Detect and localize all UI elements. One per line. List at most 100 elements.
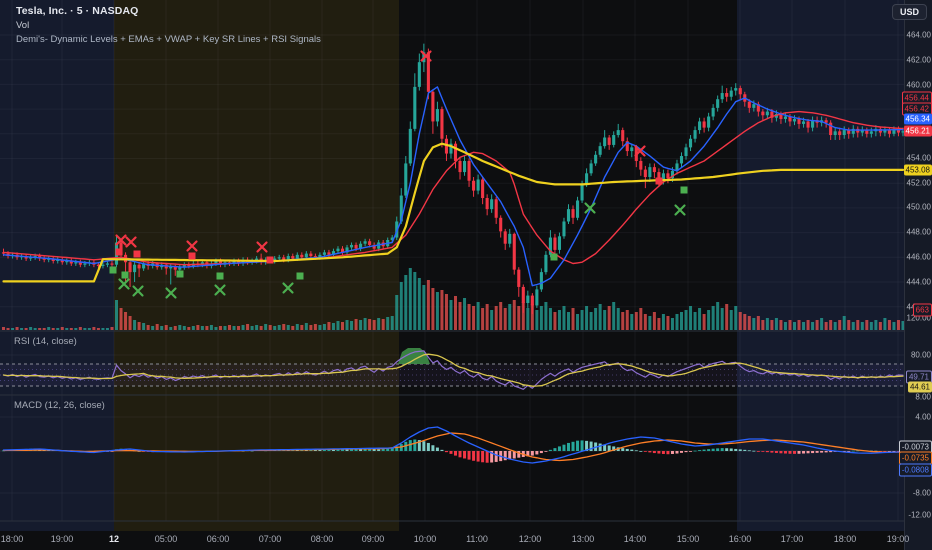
- volume-bar: [444, 294, 448, 330]
- volume-bar: [883, 318, 887, 330]
- time-tick-label: 17:00: [780, 534, 804, 544]
- candle-body: [462, 160, 467, 173]
- macd-histogram-bar: [485, 451, 489, 463]
- volume-bar: [372, 320, 376, 330]
- volume-bar: [630, 314, 634, 330]
- macd-histogram-bar: [598, 443, 602, 451]
- volume-bar: [101, 328, 105, 330]
- buy-square-marker: [680, 186, 688, 194]
- macd-histogram-bar: [625, 448, 629, 451]
- volume-bar: [621, 312, 625, 330]
- macd-histogram-bar: [820, 451, 824, 453]
- time-tick-label: 07:00: [258, 534, 282, 544]
- volume-bar: [20, 328, 24, 330]
- macd-histogram-bar: [630, 449, 634, 451]
- macd-histogram-bar: [377, 449, 381, 451]
- volume-bar: [178, 325, 182, 330]
- volume-bar: [377, 318, 381, 330]
- volume-bar: [652, 312, 656, 330]
- trading-chart-window: Tesla, Inc. · 5 · NASDAQ Vol Demi's- Dyn…: [0, 0, 932, 550]
- volume-bar: [169, 327, 173, 330]
- candle-body: [431, 91, 435, 122]
- macd-histogram-bar: [648, 451, 652, 453]
- volume-bar: [820, 318, 824, 330]
- macd-histogram-bar: [779, 451, 783, 454]
- macd-histogram-bar: [535, 451, 539, 455]
- macd-histogram-bar: [476, 451, 480, 462]
- candle-body: [105, 263, 110, 265]
- candle-body: [128, 262, 132, 273]
- candle-body: [499, 217, 503, 232]
- candle-body: [887, 130, 891, 134]
- rsi-pane-label[interactable]: RSI (14, close): [14, 336, 77, 347]
- candle-body: [553, 237, 557, 250]
- volume-bar: [698, 308, 702, 330]
- macd-histogram-bar: [806, 451, 810, 454]
- candle-body: [277, 257, 281, 259]
- volume-bar: [191, 326, 195, 330]
- candle-body: [716, 99, 720, 108]
- sell-square-marker: [655, 177, 663, 185]
- volume-bar: [567, 312, 570, 330]
- time-tick-label: 12:00: [518, 534, 542, 544]
- macd-histogram-bar: [607, 445, 611, 451]
- volume-bar: [87, 328, 91, 330]
- volume-bar: [142, 323, 146, 330]
- macd-histogram-bar: [738, 449, 742, 451]
- macd-pane-label[interactable]: MACD (12, 26, close): [14, 400, 105, 411]
- buy-square-marker: [121, 271, 129, 279]
- candle-body: [557, 236, 562, 250]
- candle-body: [544, 254, 548, 273]
- macd-histogram-bar: [698, 450, 702, 451]
- symbol-title[interactable]: Tesla, Inc. · 5 · NASDAQ: [16, 5, 321, 17]
- volume-bar: [503, 308, 507, 330]
- volume-bar: [490, 310, 494, 330]
- volume-bar: [716, 302, 720, 330]
- volume-bar: [838, 320, 842, 330]
- time-axis[interactable]: 18:00 19:00 12 05:00 06:00 07:00 08:00 09:00 10:…: [0, 531, 912, 550]
- candle-body: [467, 160, 471, 181]
- candle-body: [530, 295, 534, 306]
- sell-square-marker: [188, 252, 196, 260]
- price-tick-label: 464.00: [906, 30, 931, 40]
- volume-bar: [494, 306, 498, 330]
- candle-body: [566, 209, 571, 222]
- chart-canvas[interactable]: [0, 0, 932, 550]
- currency-button[interactable]: USD: [891, 4, 927, 20]
- volume-bar: [449, 300, 453, 330]
- time-tick-label: 18:00: [0, 534, 24, 544]
- volume-bar: [282, 324, 286, 330]
- volume-bar: [472, 306, 476, 330]
- candle-body: [693, 130, 697, 139]
- candle-body: [535, 289, 539, 306]
- price-axis[interactable]: 464.00 462.00 460.00 454.00 452.00 450.00 448.…: [898, 0, 932, 550]
- macd-histogram-bar: [576, 440, 580, 451]
- price-tick-label: -8.00: [912, 488, 931, 498]
- candle-body: [485, 198, 489, 210]
- macd-histogram-bar: [707, 449, 711, 451]
- candle-body: [336, 248, 340, 252]
- volume-indicator-label[interactable]: Vol: [16, 20, 321, 31]
- volume-bar: [829, 320, 833, 330]
- strategy-indicator-label[interactable]: Demi's- Dynamic Levels + EMAs + VWAP + K…: [16, 34, 321, 45]
- volume-bar: [286, 325, 290, 330]
- macd-histogram-bar: [413, 439, 417, 451]
- sell-square-marker: [266, 256, 274, 264]
- macd-histogram-bar: [580, 440, 584, 451]
- candle-body: [720, 93, 724, 100]
- candle-body: [792, 118, 797, 122]
- macd-histogram-bar: [770, 451, 774, 453]
- volume-bar: [435, 292, 439, 330]
- volume-bar: [589, 312, 593, 330]
- volume-bar: [770, 320, 774, 330]
- time-tick-label: 14:00: [623, 534, 647, 544]
- macd-histogram-bar: [567, 442, 570, 451]
- candle-body: [512, 233, 516, 270]
- volume-bar: [594, 308, 598, 330]
- candle-body: [304, 253, 308, 258]
- macd-histogram-bar: [454, 451, 457, 456]
- volume-bar: [761, 320, 765, 330]
- candle-body: [408, 128, 412, 164]
- candle-body: [698, 121, 702, 131]
- macd-histogram-bar: [472, 451, 476, 461]
